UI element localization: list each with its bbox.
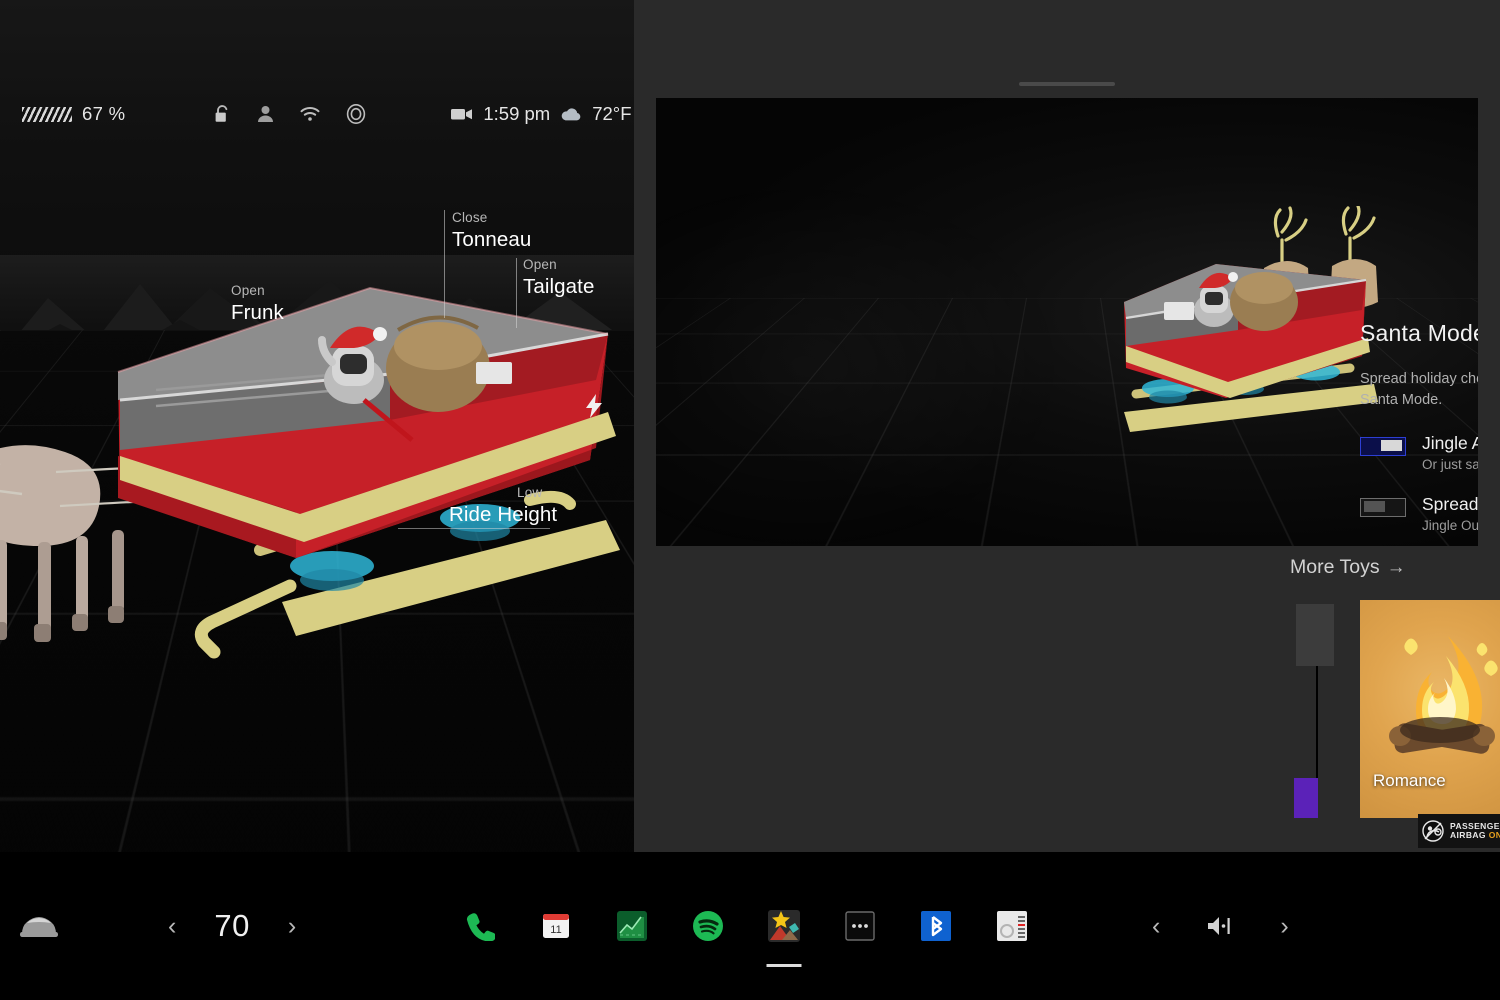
choose-media-source-button[interactable]: Choose Media Source	[228, 826, 404, 852]
more-apps-icon[interactable]	[843, 910, 876, 943]
callout-frunk[interactable]: Open Frunk	[231, 283, 284, 325]
infotainment-screen: 67 %	[0, 0, 1500, 1000]
callout-ride-height-action: Low	[517, 485, 557, 502]
callout-leader-tailgate	[516, 258, 517, 328]
callout-leader-tonneau	[444, 210, 445, 318]
toggle-spread-cheer[interactable]	[1360, 498, 1406, 517]
outside-temperature: 72°F	[592, 103, 631, 125]
partial-card-bottom	[1294, 778, 1318, 818]
callout-tonneau[interactable]: Close Tonneau	[452, 210, 531, 252]
toggle-jingle-all-the-way[interactable]	[1360, 437, 1406, 456]
status-bar: 67 %	[0, 92, 634, 136]
panel-description: Spread holiday cheer year round with San…	[1360, 369, 1478, 411]
partial-card-stem	[1316, 666, 1318, 789]
charge-bolt-icon[interactable]	[586, 394, 602, 418]
spotify-app-icon[interactable]	[691, 910, 724, 943]
temp-decrease-button[interactable]: ‹	[168, 914, 176, 939]
dashcam-icon[interactable]	[451, 107, 473, 121]
callout-tailgate-action: Open	[523, 257, 594, 274]
app-launcher-row[interactable]: 11 11	[463, 852, 1028, 1000]
calendar-app-icon[interactable]: 11 11	[539, 910, 572, 943]
chevron-up-icon[interactable]	[382, 833, 395, 846]
toggle-row-spread-cheer[interactable]: Spread Cheer Jingle Outside	[1360, 494, 1478, 533]
toybox-pane: Santa Mode Spread holiday cheer year rou…	[634, 0, 1500, 852]
tuner-app-icon[interactable]	[995, 910, 1028, 943]
vehicle-3d-view[interactable]: 67 %	[0, 0, 634, 852]
car-controls-button[interactable]	[18, 852, 60, 1000]
callout-tonneau-action: Close	[452, 210, 531, 227]
volume-icon[interactable]	[1206, 915, 1234, 937]
toy-card-romance-label: Romance	[1373, 771, 1446, 791]
airbag-line-2: AIRBAG	[1450, 830, 1486, 840]
toy-card-strip[interactable]: Romance	[1290, 600, 1500, 818]
choose-media-source-label: Choose Media Source	[256, 832, 374, 847]
phone-app-icon[interactable]	[463, 910, 496, 943]
cloud-icon	[560, 107, 582, 122]
partial-card-top	[1296, 604, 1334, 666]
toybox-app-icon[interactable]	[767, 910, 800, 943]
toggle-jingle-all-the-way-sub: Or just say "Ho Ho Ho"	[1422, 457, 1478, 472]
callout-tailgate[interactable]: Open Tailgate	[523, 257, 594, 299]
arrow-right-icon: →	[1387, 557, 1406, 579]
callout-ride-height-target: Ride Height	[449, 503, 557, 527]
airbag-off-symbol-icon	[1422, 820, 1444, 842]
bottom-app-bar: ‹ 70 › 11 11	[0, 852, 1500, 1000]
battery-icon[interactable]	[22, 107, 72, 122]
santa-sleigh-render[interactable]	[0, 250, 634, 670]
callout-leader-ridehight	[398, 528, 550, 529]
temperature-value[interactable]: 70	[214, 908, 249, 944]
lock-open-icon[interactable]	[214, 104, 231, 124]
panel-title: Santa Mode	[1360, 320, 1478, 347]
panel-drag-handle[interactable]	[1019, 82, 1115, 86]
callout-tonneau-target: Tonneau	[452, 228, 531, 252]
airbag-state: ON	[1489, 830, 1500, 840]
volume-next-button[interactable]: ›	[1280, 914, 1288, 939]
stocks-app-icon[interactable]	[615, 910, 648, 943]
more-toys-label: More Toys	[1290, 556, 1380, 579]
battery-percent: 67 %	[82, 103, 125, 125]
temp-increase-button[interactable]: ›	[288, 914, 296, 939]
volume-prev-button[interactable]: ‹	[1152, 914, 1160, 939]
callout-frunk-action: Open	[231, 283, 284, 300]
climate-temperature-control[interactable]: ‹ 70 ›	[168, 852, 296, 1000]
car-front-icon	[18, 912, 60, 940]
more-toys-link[interactable]: More Toys →	[1290, 556, 1406, 579]
sentry-mode-icon[interactable]	[346, 104, 366, 124]
callout-ride-height[interactable]: Low Ride Height	[449, 485, 557, 527]
toggle-knob	[1381, 440, 1402, 451]
santa-mode-panel: Santa Mode Spread holiday cheer year rou…	[1360, 320, 1478, 533]
toggle-row-jingle-all-the-way[interactable]: Jingle All the Way Or just say "Ho Ho Ho…	[1360, 433, 1478, 472]
passenger-airbag-indicator: PASSENGER AIRBAG ON	[1418, 814, 1500, 848]
toy-card-partial[interactable]	[1290, 600, 1338, 818]
bluetooth-app-icon[interactable]	[919, 910, 952, 943]
clock[interactable]: 1:59 pm	[483, 103, 550, 125]
toggle-jingle-all-the-way-label: Jingle All the Way	[1422, 433, 1478, 453]
santa-mode-hero-card[interactable]: Santa Mode Spread holiday cheer year rou…	[656, 98, 1478, 546]
volume-control[interactable]: ‹ ›	[1152, 852, 1289, 1000]
campfire-icon	[1360, 612, 1500, 782]
music-note-icon	[237, 833, 248, 846]
svg-text:11: 11	[550, 924, 561, 936]
callout-frunk-target: Frunk	[231, 301, 284, 325]
toggle-spread-cheer-label: Spread Cheer	[1422, 494, 1478, 514]
active-app-indicator	[766, 964, 801, 967]
toy-card-romance[interactable]: Romance	[1360, 600, 1500, 818]
toggle-spread-cheer-sub: Jingle Outside	[1422, 518, 1478, 533]
callout-tailgate-target: Tailgate	[523, 275, 594, 299]
driver-profile-icon[interactable]	[257, 105, 274, 123]
wifi-icon[interactable]	[300, 106, 320, 122]
toggle-knob	[1364, 501, 1385, 512]
